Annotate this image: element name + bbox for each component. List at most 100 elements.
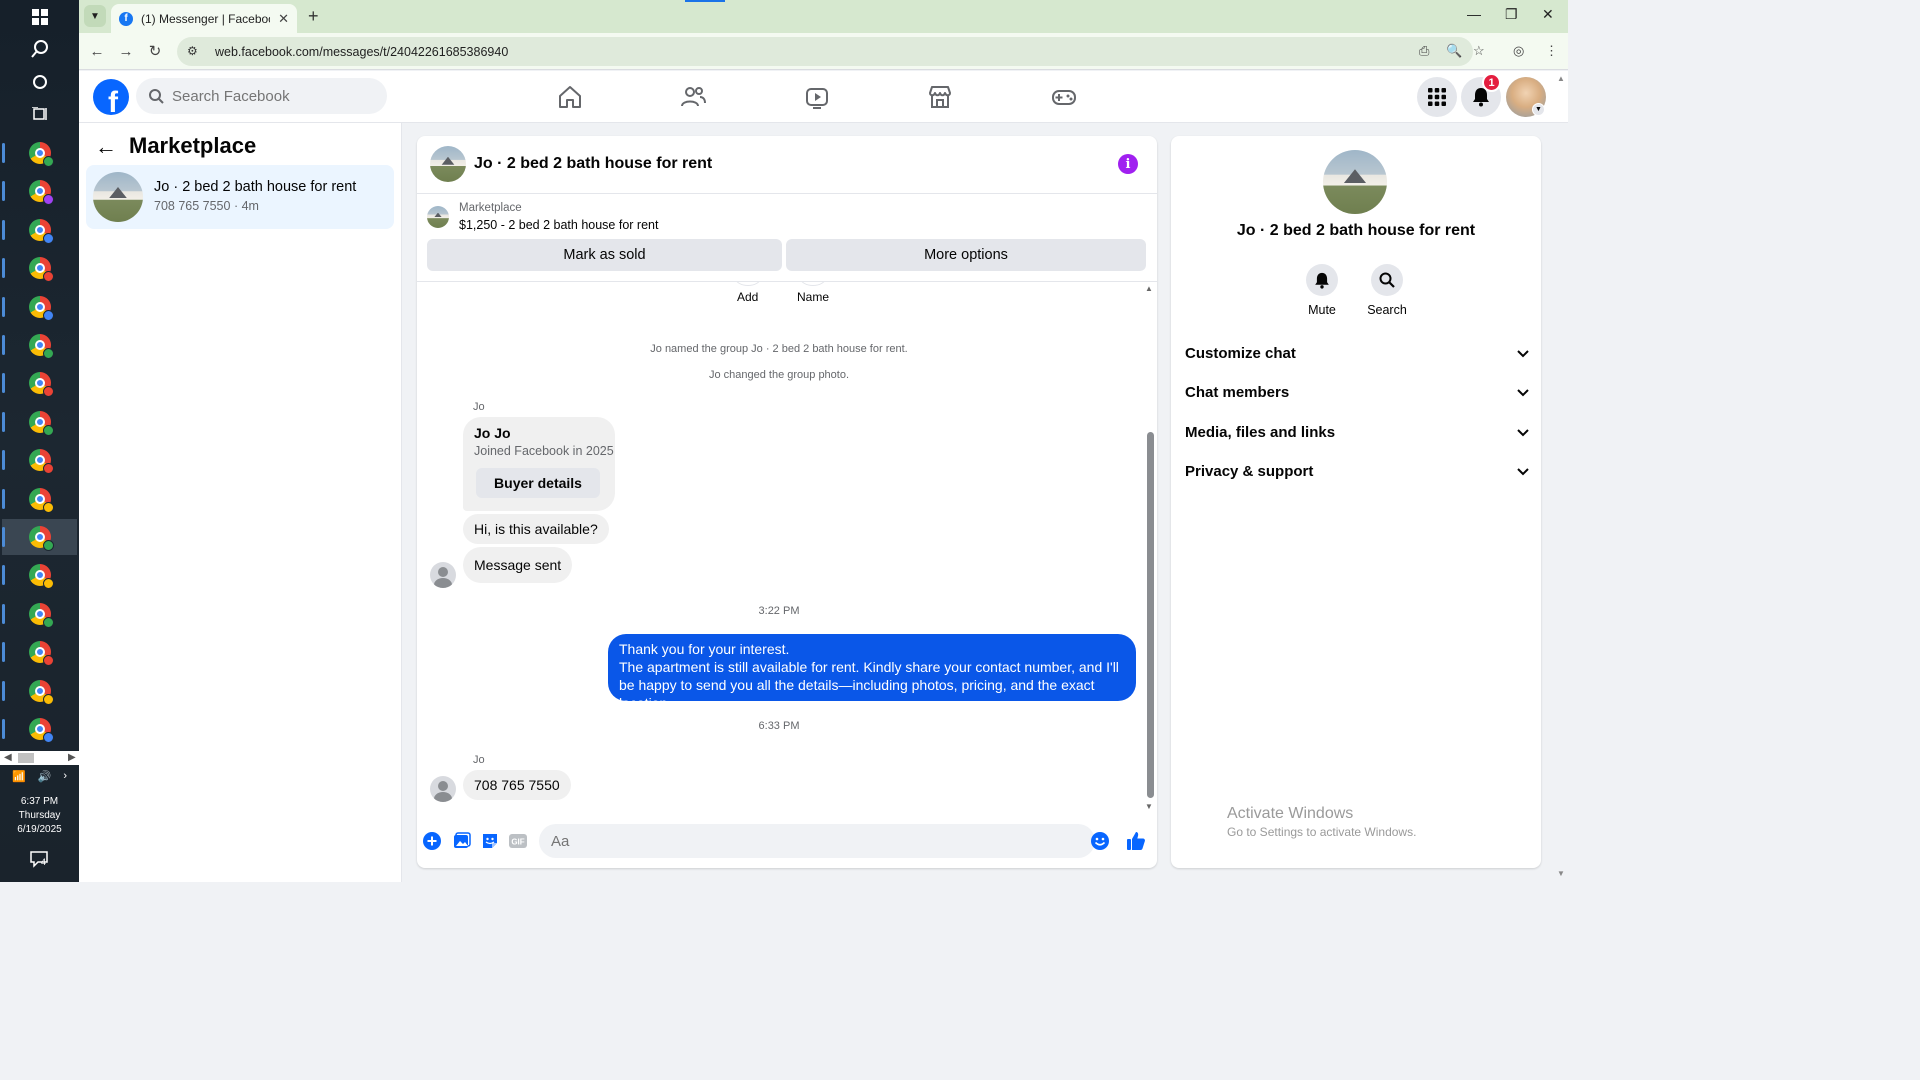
taskbar-scrollbar[interactable]: ◀ ▶ (0, 751, 79, 765)
group-photo[interactable] (1323, 150, 1387, 214)
task-view-icon[interactable] (0, 97, 79, 131)
forward-icon[interactable]: → (116, 41, 136, 61)
scroll-down-icon[interactable]: ▼ (1145, 802, 1153, 811)
chrome-profile-badge-icon (42, 578, 54, 590)
close-tab-icon[interactable]: ✕ (278, 11, 289, 27)
sender-avatar[interactable] (430, 562, 456, 588)
outgoing-message-line: The apartment is still available for ren… (619, 659, 1119, 711)
taskbar-chrome-window[interactable] (2, 442, 77, 478)
gaming-icon[interactable] (1050, 83, 1078, 111)
taskbar-chrome-window[interactable] (2, 327, 77, 363)
scroll-up-icon[interactable]: ▲ (1145, 284, 1153, 293)
photo-icon[interactable] (451, 830, 473, 852)
windows-start-icon[interactable] (0, 0, 79, 34)
gif-icon[interactable]: GIF (507, 830, 529, 852)
network-icon[interactable]: 📶 (12, 770, 26, 783)
listing-price[interactable]: $1,250 - 2 bed 2 bath house for rent (459, 218, 658, 232)
taskbar-chrome-window[interactable] (2, 557, 77, 593)
taskbar-chrome-window[interactable] (2, 135, 77, 171)
mute-button[interactable]: Mute (1292, 264, 1352, 317)
chat-title[interactable]: Jo · 2 bed 2 bath house for rent (474, 155, 712, 173)
back-arrow-icon[interactable]: ← (95, 135, 119, 159)
taskbar-chrome-window[interactable] (2, 289, 77, 325)
section-label: Chat members (1185, 383, 1290, 401)
friends-icon[interactable] (679, 83, 707, 111)
emoji-icon[interactable] (1089, 830, 1111, 852)
taskbar-chrome-window[interactable] (2, 250, 77, 286)
search-input[interactable] (172, 87, 372, 105)
facebook-search[interactable] (136, 78, 387, 114)
conversation-item[interactable]: Jo · 2 bed 2 bath house for rent 708 765… (86, 165, 394, 229)
address-bar[interactable]: ⚙ web.facebook.com/messages/t/2404226168… (177, 37, 1473, 66)
taskbar-chrome-window[interactable] (2, 404, 77, 440)
listing-label: Marketplace (459, 202, 522, 214)
customize-chat-row[interactable]: Customize chat (1185, 338, 1529, 368)
taskbar-chrome-window[interactable] (2, 634, 77, 670)
page-scroll-down-icon[interactable]: ▼ (1557, 869, 1565, 878)
conversation-info-icon[interactable]: i (1118, 154, 1138, 174)
taskbar-chrome-window[interactable] (2, 519, 77, 555)
mark-as-sold-button[interactable]: Mark as sold (427, 239, 782, 271)
scroll-thumb[interactable] (18, 753, 34, 763)
close-window-icon[interactable]: ✕ (1542, 6, 1554, 23)
taskbar-clock[interactable]: 6:37 PM Thursday 6/19/2025 (0, 795, 79, 837)
page-scroll-up-icon[interactable]: ▲ (1557, 74, 1565, 83)
facebook-logo-icon[interactable]: f (93, 79, 129, 115)
action-center-icon[interactable]: 4 (30, 850, 50, 868)
new-tab-icon[interactable]: + (308, 6, 319, 26)
cortana-icon[interactable] (0, 65, 79, 99)
chat-members-row[interactable]: Chat members (1185, 377, 1529, 407)
account-chevron-down-icon[interactable]: ▼ (1532, 103, 1545, 116)
message-input[interactable] (539, 824, 1095, 858)
install-app-icon[interactable]: ⎙ (1419, 43, 1429, 59)
menu-kebab-icon[interactable]: ⋮ (1545, 43, 1558, 59)
site-info-icon[interactable]: ⚙ (187, 44, 203, 60)
scroll-right-icon[interactable]: ▶ (68, 751, 76, 765)
taskbar-chrome-window[interactable] (2, 365, 77, 401)
profile-icon[interactable]: ◎ (1513, 43, 1524, 59)
more-options-button[interactable]: More options (786, 239, 1146, 271)
bookmark-star-icon[interactable]: ☆ (1473, 43, 1485, 59)
name-group-icon[interactable] (800, 282, 826, 286)
sticker-icon[interactable] (479, 830, 501, 852)
menu-grid-icon[interactable] (1417, 77, 1457, 117)
media-files-links-row[interactable]: Media, files and links (1185, 417, 1529, 447)
reload-icon[interactable]: ↻ (145, 41, 165, 61)
tab-search-icon[interactable]: ▼ (84, 5, 106, 27)
taskbar-chrome-window[interactable] (2, 212, 77, 248)
restore-icon[interactable]: ❐ (1505, 6, 1518, 23)
search-icon[interactable] (0, 32, 79, 66)
taskbar-chrome-window[interactable] (2, 173, 77, 209)
privacy-support-row[interactable]: Privacy & support (1185, 456, 1529, 486)
search-conversation-button[interactable]: Search (1357, 264, 1417, 317)
chat-scrollbar[interactable]: ▲ ▼ (1144, 282, 1154, 816)
buyer-name: Jo Jo (474, 425, 511, 441)
marketplace-icon[interactable] (926, 83, 954, 111)
plus-icon[interactable] (421, 830, 443, 852)
buyer-details-button[interactable]: Buyer details (476, 468, 600, 498)
volume-icon[interactable]: 🔊 (38, 770, 52, 783)
back-icon[interactable]: ← (87, 41, 107, 61)
incoming-message[interactable]: Hi, is this available? (463, 514, 609, 544)
zoom-icon[interactable]: 🔍 (1446, 43, 1462, 59)
like-thumbs-up-icon[interactable] (1125, 830, 1147, 852)
watch-icon[interactable] (803, 83, 831, 111)
home-icon[interactable] (556, 83, 584, 111)
minimize-icon[interactable]: — (1467, 6, 1481, 22)
tray-expand-icon[interactable]: › (63, 770, 67, 782)
incoming-message[interactable]: 708 765 7550 (463, 770, 571, 800)
taskbar-chrome-window[interactable] (2, 673, 77, 709)
buyer-joined: Joined Facebook in 2025 (474, 444, 614, 458)
taskbar-chrome-window[interactable] (2, 481, 77, 517)
scroll-thumb[interactable] (1147, 432, 1154, 798)
incoming-message[interactable]: Message sent (463, 547, 573, 583)
chat-avatar[interactable] (430, 146, 466, 182)
taskbar-chrome-window[interactable] (2, 711, 77, 747)
sender-avatar[interactable] (430, 776, 456, 802)
taskbar-chrome-window[interactable] (2, 596, 77, 632)
outgoing-message[interactable]: Thank you for your interest. The apartme… (608, 634, 1136, 711)
add-people-icon[interactable] (735, 282, 761, 286)
mute-label: Mute (1308, 303, 1336, 317)
browser-tab[interactable]: f (1) Messenger | Facebook ✕ (111, 4, 297, 33)
scroll-left-icon[interactable]: ◀ (4, 751, 12, 765)
